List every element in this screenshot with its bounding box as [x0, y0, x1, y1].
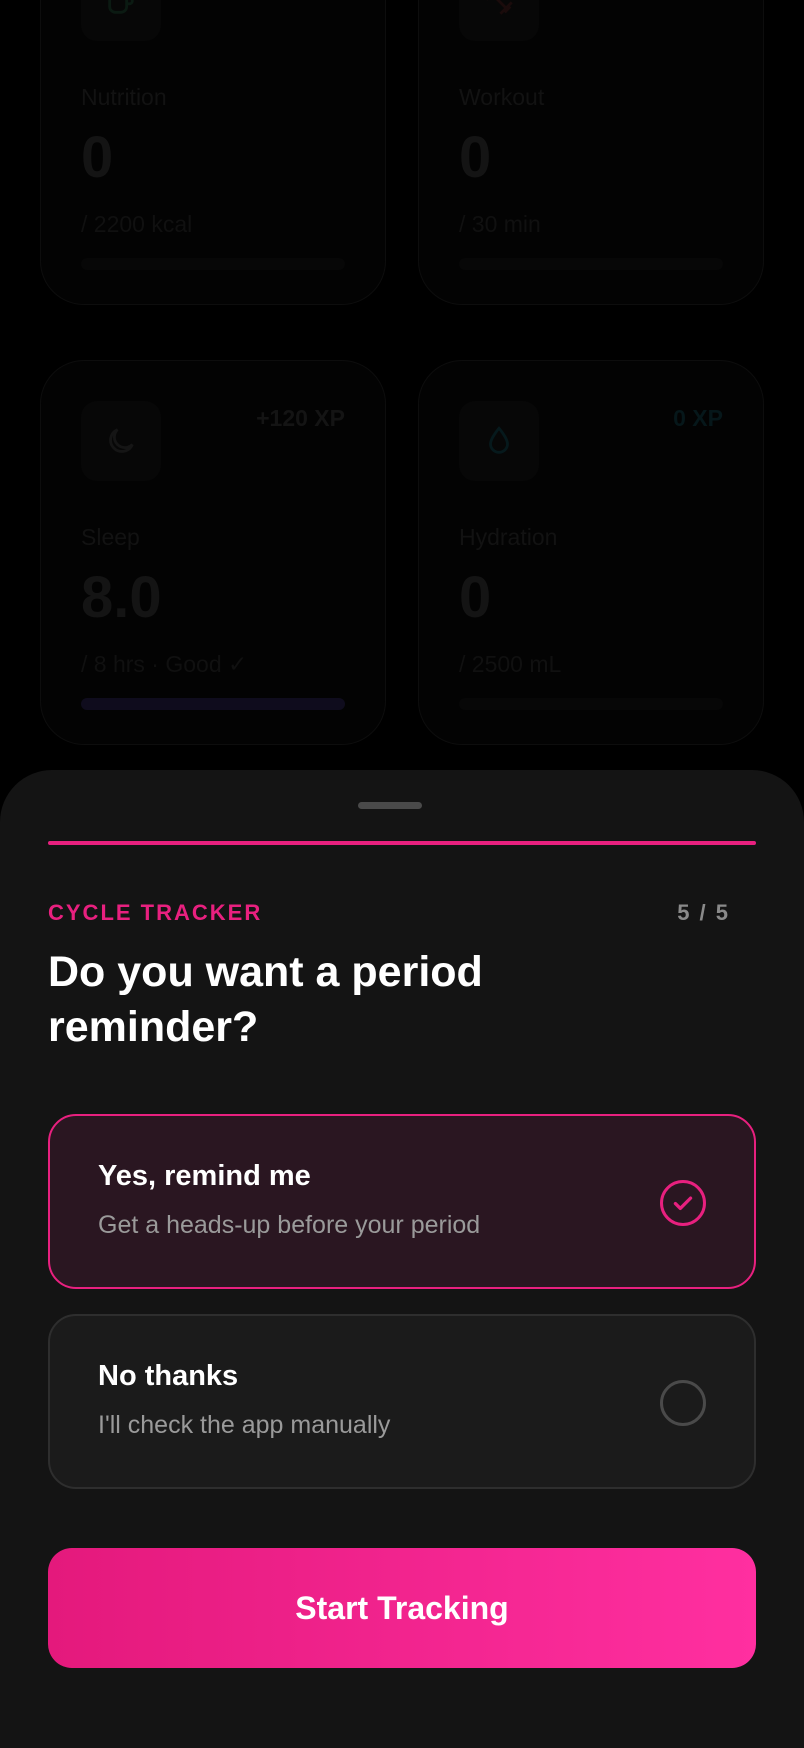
checkmark-icon — [673, 1196, 693, 1211]
progress-bar — [81, 258, 345, 270]
start-tracking-button[interactable]: Start Tracking — [48, 1548, 756, 1668]
nutrition-card: Nutrition 0 / 2200 kcal — [40, 0, 386, 305]
xp-badge: +120 XP — [256, 405, 345, 431]
radio-checked[interactable] — [660, 1180, 706, 1226]
xp-badge: 0 XP — [673, 405, 723, 431]
card-label: Workout — [459, 84, 545, 110]
drag-handle[interactable] — [358, 802, 422, 809]
card-value: 8.0 — [81, 565, 162, 630]
sleep-card: +120 XP Sleep 8.0 / 8 hrs · Good ✓ — [40, 360, 386, 745]
option-title: Yes, remind me — [98, 1160, 311, 1192]
section-kicker: CYCLE TRACKER — [48, 900, 263, 925]
card-value: 0 — [81, 125, 114, 190]
card-label: Sleep — [81, 524, 140, 550]
card-value: 0 — [459, 125, 492, 190]
card-value: 0 — [459, 565, 492, 630]
card-target: / 2200 kcal — [81, 211, 193, 237]
moon-icon — [81, 401, 161, 481]
option-description: I'll check the app manually — [98, 1411, 391, 1439]
card-label: Nutrition — [81, 84, 167, 110]
progress-bar — [459, 258, 723, 270]
card-target: / 8 hrs · Good ✓ — [81, 651, 248, 677]
step-counter: 5 / 5 — [677, 900, 730, 925]
card-target: / 30 min — [459, 211, 541, 237]
option-title: No thanks — [98, 1360, 239, 1392]
step-progress-bar — [48, 841, 756, 845]
droplet-icon — [459, 401, 539, 481]
option-yes-remind[interactable]: Yes, remind me Get a heads-up before you… — [48, 1114, 756, 1289]
card-label: Hydration — [459, 524, 558, 550]
question-title: Do you want a period reminder? — [48, 948, 483, 1051]
radio-unchecked[interactable] — [660, 1380, 706, 1426]
option-no-thanks[interactable]: No thanks I'll check the app manually — [48, 1314, 756, 1489]
hydration-card: 0 XP Hydration 0 / 2500 mL — [418, 360, 764, 745]
card-target: / 2500 mL — [459, 651, 562, 677]
progress-bar — [459, 698, 723, 710]
reminder-bottom-sheet: CYCLE TRACKER 5 / 5 Do you want a period… — [0, 770, 804, 1748]
workout-card: Workout 0 / 30 min — [418, 0, 764, 305]
option-description: Get a heads-up before your period — [98, 1211, 481, 1239]
dumbbell-icon — [459, 0, 539, 41]
progress-bar — [81, 698, 345, 710]
dashboard-background: Nutrition 0 / 2200 kcal Workout 0 / 30 m… — [0, 0, 804, 780]
cup-icon — [81, 0, 161, 41]
